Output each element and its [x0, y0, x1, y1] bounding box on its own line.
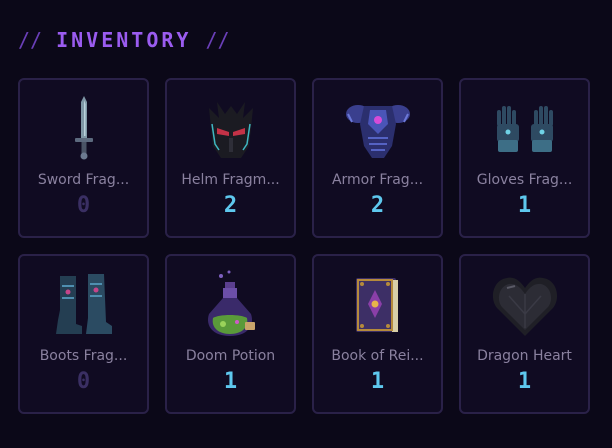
inventory-slot-armor-fragment[interactable]: Armor Frag... 2 [312, 78, 443, 238]
inventory-slot-helm-fragment[interactable]: Helm Fragm... 2 [165, 78, 296, 238]
item-name: Helm Fragm... [181, 172, 280, 188]
sword-icon [48, 94, 120, 166]
item-count: 0 [76, 193, 91, 218]
inventory-slot-boots-fragment[interactable]: Boots Frag... 0 [18, 254, 149, 414]
item-count: 1 [517, 369, 532, 394]
inventory-slot-book-of-rei[interactable]: Book of Rei... 1 [312, 254, 443, 414]
inventory-grid: Sword Frag... 0 Helm Fragm... 2 Armor Fr… [18, 78, 590, 414]
heart-icon [489, 270, 561, 342]
item-count: 0 [76, 369, 91, 394]
gloves-icon [489, 94, 561, 166]
item-name: Book of Rei... [331, 348, 424, 364]
item-count: 1 [223, 369, 238, 394]
item-count: 2 [370, 193, 385, 218]
item-name: Boots Frag... [39, 348, 128, 364]
header-left-deco: // [18, 28, 43, 52]
inventory-slot-dragon-heart[interactable]: Dragon Heart 1 [459, 254, 590, 414]
item-count: 1 [370, 369, 385, 394]
armor-icon [342, 94, 414, 166]
header-right-deco: // [205, 28, 230, 52]
item-name: Armor Frag... [331, 172, 424, 188]
item-name: Dragon Heart [477, 348, 572, 364]
helm-icon [195, 94, 267, 166]
boots-icon [48, 270, 120, 342]
inventory-header: // INVENTORY // [18, 28, 230, 52]
potion-icon [195, 270, 267, 342]
inventory-slot-sword-fragment[interactable]: Sword Frag... 0 [18, 78, 149, 238]
inventory-slot-gloves-fragment[interactable]: Gloves Frag... 1 [459, 78, 590, 238]
page-title: INVENTORY [56, 28, 192, 52]
inventory-slot-doom-potion[interactable]: Doom Potion 1 [165, 254, 296, 414]
item-count: 1 [517, 193, 532, 218]
item-count: 2 [223, 193, 238, 218]
item-name: Sword Frag... [37, 172, 130, 188]
item-name: Doom Potion [185, 348, 276, 364]
book-icon [342, 270, 414, 342]
item-name: Gloves Frag... [476, 172, 573, 188]
